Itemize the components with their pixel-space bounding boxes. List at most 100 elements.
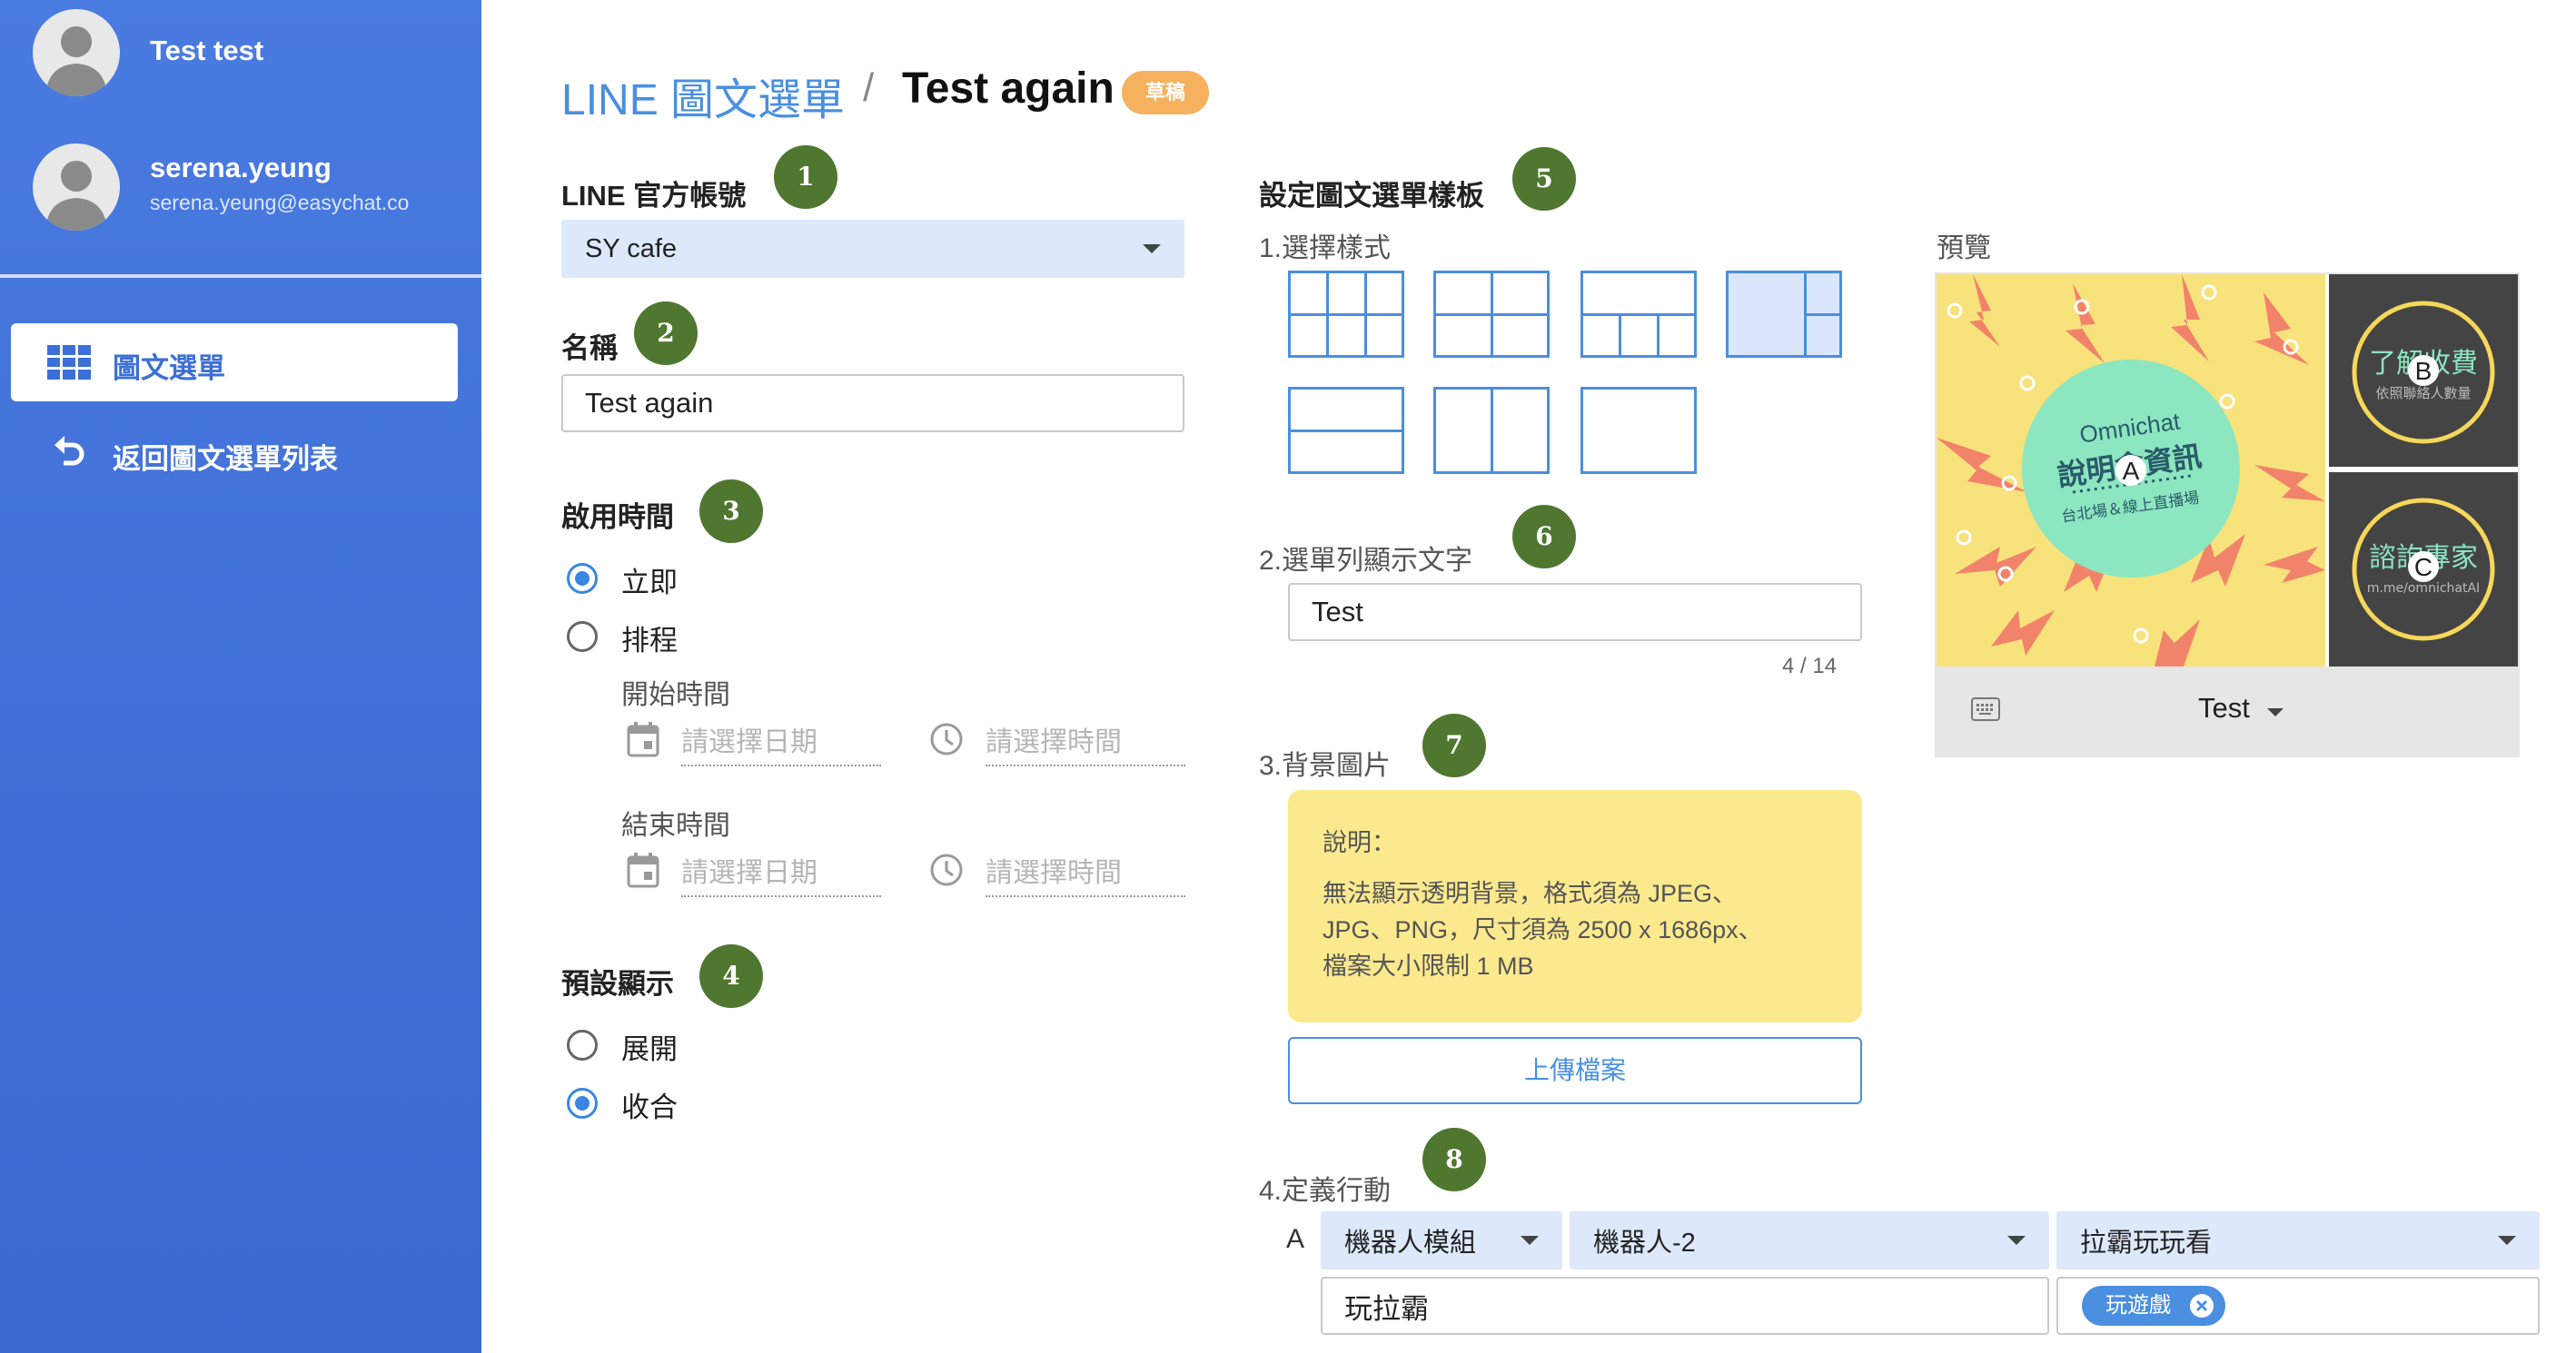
template-option-1left2right[interactable] [1726,271,1842,358]
preview-side-bottom-subtitle: m.me/omnichatAI [2367,581,2480,596]
default-display-label: 預設顯示 [561,968,674,1000]
dropdown-arrow-icon [1521,1236,1539,1245]
action-bot-value: 機器人-2 [1593,1229,1696,1258]
breadcrumb-separator: / [863,65,875,110]
background-note: 說明： 無法顯示透明背景，格式須為 JPEG、 JPG、PNG，尺寸須為 250… [1288,790,1862,1022]
template-option-6grid[interactable] [1288,271,1404,358]
user-avatar[interactable] [33,143,120,231]
char-counter: 4 / 14 [1782,654,1838,678]
radio-collapse[interactable] [567,1088,598,1119]
name-input[interactable]: Test again [561,374,1184,432]
template-option-1top3bottom[interactable] [1580,271,1697,358]
bar-text-label: 2.選單列顯示文字 [1259,546,1473,576]
tag-chip[interactable]: 玩遊戲 [2082,1286,2225,1326]
name-input-value: Test again [585,387,714,419]
clock-icon [930,723,963,756]
radio-immediate-label[interactable]: 立即 [621,559,678,600]
user-name[interactable]: serena.yeung [150,152,332,184]
sidebar-item-label: 圖文選單 [113,352,225,384]
preview-label: 預覽 [1937,233,1991,263]
template-option-4grid[interactable] [1433,271,1550,358]
step-marker: 5 [1512,147,1576,211]
radio-expand-label[interactable]: 展開 [621,1026,678,1067]
dropdown-arrow-icon [1143,244,1161,253]
start-time-underline [986,765,1185,766]
step-marker: 2 [634,301,698,365]
sidebar-item-label: 返回圖文選單列表 [113,443,338,475]
action-text-value: 玩拉霸 [1344,1292,1429,1325]
note-title: 說明： [1323,829,1396,856]
start-time-input[interactable]: 請選擇時間 [986,719,1122,759]
template-option-2rows[interactable] [1288,387,1404,474]
account-select[interactable]: SY cafe [561,220,1184,278]
background-label: 3.背景圖片 [1259,751,1392,781]
preview-area-a: A [2123,457,2140,485]
radio-collapse-label[interactable]: 收合 [621,1084,678,1125]
bar-text-input[interactable]: Test [1288,583,1862,641]
end-time-input[interactable]: 請選擇時間 [986,850,1122,890]
end-time-label: 結束時間 [621,811,730,841]
template-title: 設定圖文選單樣板 [1259,180,1484,212]
style-label: 1.選擇樣式 [1259,233,1392,263]
dropdown-arrow-icon [2007,1236,2026,1245]
user-avatar[interactable] [33,9,120,96]
start-time-label: 開始時間 [621,680,730,710]
chevron-down-icon [2267,708,2284,716]
sidebar: Test test serena.yeung serena.yeung@easy… [0,0,481,1353]
action-module-value: 拉霸玩玩看 [2080,1229,2213,1258]
template-option-1full[interactable] [1580,387,1697,474]
grid-icon [47,345,91,380]
note-line: JPG、PNG，尺寸須為 2500 x 1686px、 [1323,916,1763,943]
preview-panel: Omnichat 說明會資訊 台北場＆線上直播場 了解收費 依照聯絡人數量 諮詢… [1935,272,2520,757]
preview-area-c: C [2414,553,2432,581]
user-name[interactable]: Test test [150,35,263,67]
keyboard-icon[interactable] [1971,697,2000,721]
calendar-icon [627,722,659,757]
sidebar-divider [0,274,481,278]
action-bot-select[interactable]: 機器人-2 [1570,1211,2049,1269]
person-avatar-icon [45,161,107,231]
status-badge: 草稿 [1122,71,1209,114]
action-area-key: A [1286,1224,1305,1254]
step-marker: 4 [699,944,763,1008]
return-icon [54,436,84,466]
close-circle-icon[interactable] [2189,1293,2214,1318]
upload-button[interactable]: 上傳檔案 [1288,1037,1862,1104]
sidebar-item-richmenu[interactable]: 圖文選單 [11,323,458,401]
user-email: serena.yeung@easychat.co [150,191,410,214]
account-select-value: SY cafe [585,233,678,263]
action-module-select[interactable]: 拉霸玩玩看 [2056,1211,2540,1269]
tag-chip-label: 玩遊戲 [2105,1293,2171,1318]
clock-icon [930,854,963,886]
step-marker: 6 [1512,505,1576,568]
radio-schedule[interactable] [567,621,598,652]
step-marker: 8 [1422,1128,1486,1191]
page-title: Test again [902,64,1115,113]
end-date-input[interactable]: 請選擇日期 [681,850,817,890]
preview-area-b: B [2415,357,2432,385]
bar-text-value: Test [1312,596,1363,627]
dropdown-arrow-icon [2498,1236,2516,1245]
action-text-input[interactable]: 玩拉霸 [1321,1277,2049,1335]
breadcrumb-parent[interactable]: LINE 圖文選單 [561,64,845,127]
preview-bar-text[interactable]: Test [2198,692,2250,725]
name-label: 名稱 [561,332,618,364]
action-label: 4.定義行動 [1259,1176,1392,1206]
preview-richmenu-image: Omnichat 說明會資訊 台北場＆線上直播場 了解收費 依照聯絡人數量 諮詢… [1937,274,2518,667]
preview-side-top-subtitle: 依照聯絡人數量 [2375,385,2471,401]
enable-label: 啟用時間 [561,501,674,533]
step-marker: 3 [699,479,763,543]
end-date-underline [681,895,881,897]
person-avatar-icon [45,26,107,96]
radio-schedule-label[interactable]: 排程 [621,617,678,658]
radio-expand[interactable] [567,1030,598,1061]
radio-immediate[interactable] [567,563,598,594]
calendar-icon [627,853,659,888]
start-date-input[interactable]: 請選擇日期 [681,719,817,759]
template-option-2cols[interactable] [1433,387,1550,474]
start-date-underline [681,765,881,766]
step-marker: 1 [774,145,837,209]
action-type-select[interactable]: 機器人模組 [1321,1211,1562,1269]
action-tag-input[interactable]: 玩遊戲 [2056,1277,2540,1335]
sidebar-item-back[interactable]: 返回圖文選單列表 [11,418,458,490]
